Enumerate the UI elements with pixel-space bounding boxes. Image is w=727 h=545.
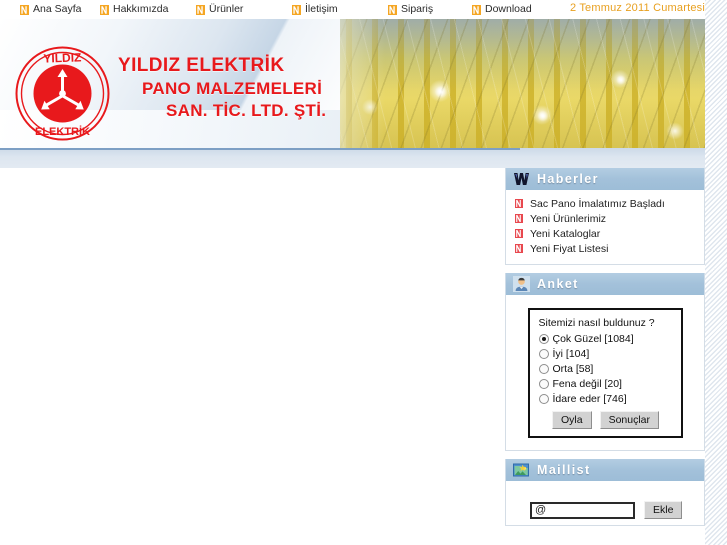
news-item-label: Sac Pano İmalatımız Başladı (530, 197, 665, 210)
maillist-panel-header: Maillist (505, 459, 705, 481)
news-item-label: Yeni Ürünlerimiz (530, 212, 607, 225)
radio-button[interactable] (538, 394, 549, 404)
poll-option-label: Fena değil [20] (552, 378, 622, 390)
radio-button[interactable] (538, 349, 549, 359)
poll-question: Sitemizi nasıl buldunuz ? (538, 317, 655, 329)
news-list-item[interactable]: Yeni Fiyat Listesi (506, 241, 704, 256)
maillist-panel: Maillist Ekle (505, 459, 705, 526)
page-icon (515, 214, 523, 223)
poll-option-label: İyi [104] (552, 348, 590, 360)
nav-label: Download (485, 3, 532, 16)
news-panel-header: Haberler (505, 168, 705, 190)
poll-option-label: Çok Güzel [1084] (552, 333, 634, 345)
news-list-item[interactable]: Yeni Ürünlerimiz (506, 211, 704, 226)
poll-option[interactable]: İdare eder [746] (538, 393, 673, 405)
company-logo[interactable]: YILDIZ ELEKTRİK (14, 45, 111, 142)
nav-label: İletişim (305, 3, 338, 16)
page-icon (515, 244, 523, 253)
radio-button[interactable] (538, 334, 549, 344)
radio-button[interactable] (538, 379, 549, 389)
page-icon (388, 4, 397, 15)
poll-panel-title: Anket (537, 277, 579, 291)
poll-wrapper: Sitemizi nasıl buldunuz ? Çok Güzel [108… (506, 295, 704, 450)
nav-label: Ürünler (209, 3, 244, 16)
panel-spacer (505, 265, 705, 273)
poll-option-label: İdare eder [746] (552, 393, 627, 405)
company-line-1: YILDIZ ELEKTRİK (118, 55, 285, 76)
nav-label: Hakkımızda (113, 3, 169, 16)
company-name-block: YILDIZ ELEKTRİK PANO MALZEMELERİ SAN. Tİ… (118, 54, 326, 122)
maillist-form-row: Ekle (506, 501, 704, 519)
nav-item-iletisim[interactable]: İletişim (292, 2, 338, 17)
page-icon (515, 199, 523, 208)
news-list-item[interactable]: Yeni Kataloglar (506, 226, 704, 241)
page-icon (292, 4, 301, 15)
news-item-label: Yeni Kataloglar (530, 227, 601, 240)
news-panel: Haberler Sac Pano İmalatımız Başladı Yen… (505, 168, 705, 265)
page-icon (196, 4, 205, 15)
nav-label: Sipariş (401, 3, 434, 16)
page-icon (100, 4, 109, 15)
maillist-wrapper: Ekle (506, 481, 704, 525)
poll-panel-header: Anket (505, 273, 705, 295)
nav-item-siparis[interactable]: Sipariş (388, 2, 433, 17)
panel-spacer (505, 451, 705, 459)
page-root: Ana Sayfa Hakkımızda Ürünler İletişim Si… (0, 0, 727, 545)
poll-panel-body: Sitemizi nasıl buldunuz ? Çok Güzel [108… (505, 295, 705, 451)
maillist-panel-title: Maillist (537, 463, 591, 477)
right-edge-hatch-pattern (705, 0, 727, 545)
news-list-item[interactable]: Sac Pano İmalatımız Başladı (506, 196, 704, 211)
poll-buttons: Oyla Sonuçlar (539, 411, 673, 429)
header-under-band (0, 148, 705, 168)
poll-option[interactable]: Fena değil [20] (538, 378, 673, 390)
poll-box: Sitemizi nasıl buldunuz ? Çok Güzel [108… (527, 308, 683, 438)
poll-panel: Anket Sitemizi nasıl buldunuz ? Çok Güze… (505, 273, 705, 451)
user-icon (513, 276, 530, 292)
site-header: YILDIZ ELEKTRİK YILDIZ ELEKTRİK PANO MAL… (0, 19, 705, 148)
nav-label: Ana Sayfa (33, 3, 82, 16)
radio-button[interactable] (538, 364, 549, 374)
poll-option[interactable]: İyi [104] (538, 348, 673, 360)
poll-option[interactable]: Çok Güzel [1084] (538, 333, 673, 345)
nav-item-hakkimizda[interactable]: Hakkımızda (100, 2, 168, 17)
maillist-email-input[interactable] (530, 501, 635, 519)
main-content-area (0, 168, 505, 545)
news-panel-body: Sac Pano İmalatımız Başladı Yeni Ürünler… (505, 190, 705, 265)
maillist-panel-body: Ekle (505, 481, 705, 526)
page-icon (20, 4, 29, 15)
news-list: Sac Pano İmalatımız Başladı Yeni Ürünler… (506, 190, 704, 264)
news-item-label: Yeni Fiyat Listesi (530, 242, 609, 255)
current-date: 2 Temmuz 2011 Cumartesi (569, 2, 705, 14)
nav-item-download[interactable]: Download (472, 2, 532, 17)
page-icon (472, 4, 481, 15)
svg-text:ELEKTRİK: ELEKTRİK (35, 125, 90, 138)
company-line-3: SAN. TİC. LTD. ŞTİ. (166, 101, 327, 121)
company-line-2: PANO MALZEMELERİ (142, 79, 323, 99)
right-sidebar: Haberler Sac Pano İmalatımız Başladı Yen… (505, 168, 705, 545)
nav-item-urunler[interactable]: Ürünler (196, 2, 243, 17)
poll-option[interactable]: Orta [58] (538, 363, 673, 375)
news-panel-title: Haberler (537, 172, 599, 186)
page-icon (515, 229, 523, 238)
svg-text:YILDIZ: YILDIZ (43, 50, 81, 65)
w-butterfly-icon (513, 171, 530, 187)
poll-option-label: Orta [58] (552, 363, 594, 375)
vote-button[interactable]: Oyla (551, 411, 592, 429)
nav-item-ana-sayfa[interactable]: Ana Sayfa (20, 2, 81, 17)
folder-picture-icon (513, 462, 530, 478)
maillist-add-button[interactable]: Ekle (644, 501, 683, 519)
top-navigation: Ana Sayfa Hakkımızda Ürünler İletişim Si… (0, 0, 727, 19)
results-button[interactable]: Sonuçlar (599, 411, 660, 429)
